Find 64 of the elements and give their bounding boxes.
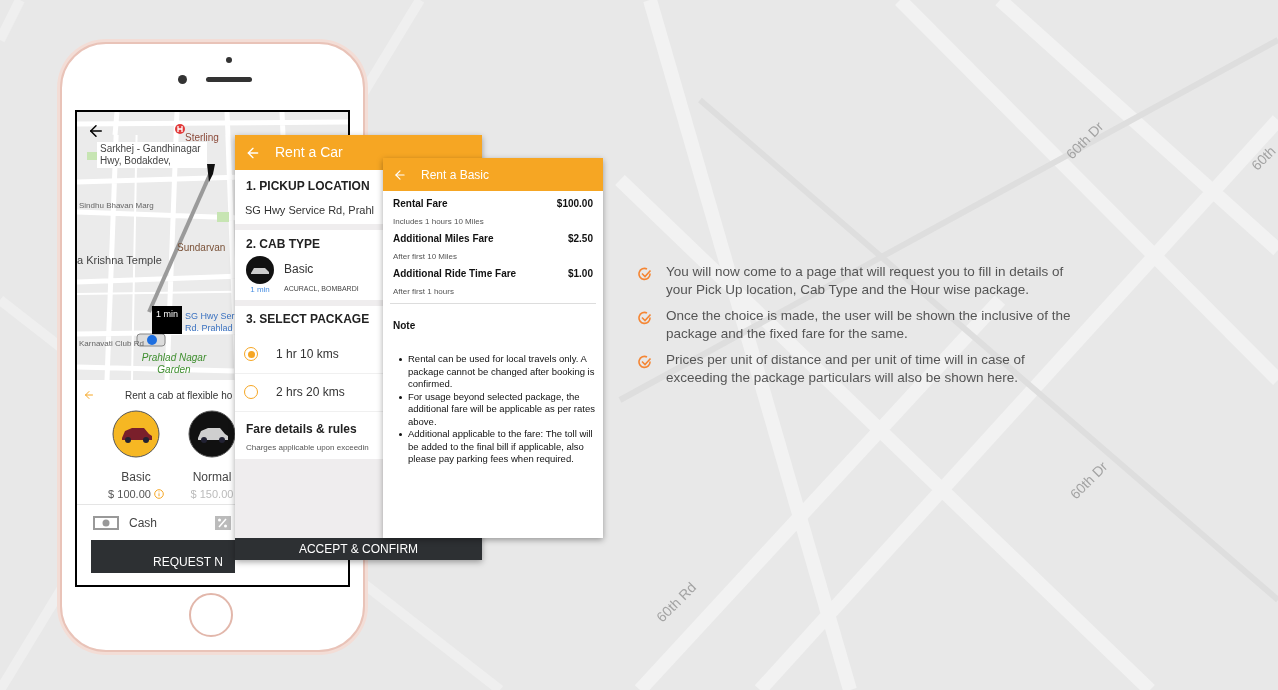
road-label: 60th Dr bbox=[1065, 457, 1112, 505]
fare-detail: Includes 1 hours 10 Miles bbox=[393, 216, 485, 228]
cab-name: Normal bbox=[192, 469, 232, 486]
map-label: a Krishna Temple bbox=[77, 253, 162, 268]
road-label: 60th Rd bbox=[652, 578, 701, 628]
note-heading: Note bbox=[392, 319, 417, 333]
percent-tag-icon[interactable] bbox=[215, 515, 231, 530]
pickup-address: SG Hwy Service Rd, Prahl bbox=[245, 203, 372, 218]
cab-name: Basic bbox=[284, 260, 315, 278]
section-heading: 3. SELECT PACKAGE bbox=[245, 310, 371, 328]
map-label: Sindhu Bhavan Marg bbox=[79, 200, 154, 212]
confirm-button[interactable]: ACCEPT & CONFIRM bbox=[235, 538, 482, 560]
fare-name: Additional Miles Fare bbox=[393, 232, 494, 246]
fare-heading: Fare details & rules bbox=[246, 420, 358, 438]
fare-name: Rental Fare bbox=[393, 197, 448, 211]
screen-title: Rent a Basic bbox=[421, 166, 490, 184]
back-arrow-icon[interactable] bbox=[87, 122, 105, 140]
tagline: Rent a cab at flexible ho bbox=[125, 388, 233, 403]
cash-icon bbox=[93, 515, 119, 530]
destination-label: Sarkhej - Gandhinagar Hwy, Bodakdev, bbox=[97, 142, 207, 168]
check-circle-icon bbox=[638, 267, 652, 281]
cab-name: Basic bbox=[121, 469, 151, 486]
cab-price: $ 100.00 bbox=[108, 487, 151, 502]
car-icon[interactable] bbox=[112, 410, 160, 458]
feature-text: You will now come to a page that will request you to fill in details of your Pick Up location, Cab Type and the Hour wise package. bbox=[666, 263, 1065, 299]
bullet-icon bbox=[399, 433, 402, 436]
cab-eta: 1 min bbox=[250, 283, 270, 296]
check-circle-icon bbox=[638, 355, 652, 369]
fare-note: Charges applicable upon exceedin bbox=[246, 441, 370, 454]
camera-icon bbox=[178, 75, 187, 84]
road-label: 60th Dr bbox=[1061, 117, 1108, 165]
eta-badge: 1 min bbox=[152, 306, 182, 334]
feature-text: Once the choice is made, the user will be shown the inclusive of the package and the fixed fare for the same. bbox=[666, 307, 1072, 343]
map-label: Sterling bbox=[185, 131, 219, 144]
fare-detail: After first 10 Miles bbox=[393, 251, 458, 263]
screen-title: Rent a Car bbox=[275, 143, 343, 162]
road-label: 60th bbox=[1247, 141, 1278, 176]
speaker-grille bbox=[206, 77, 252, 82]
note-text: For usage beyond selected package, the additional fare will be applicable as per rates above. bbox=[408, 390, 596, 428]
map-label: Karnavati Club Rd bbox=[79, 338, 144, 350]
note-text: Additional applicable to the fare: The toll will be added to the final bill if applicable, also please pay parking fees when required. bbox=[408, 428, 594, 466]
hospital-icon bbox=[175, 124, 185, 134]
bullet-icon bbox=[399, 395, 402, 399]
request-button[interactable]: REQUEST N bbox=[91, 540, 235, 573]
feature-text: Prices per unit of distance and per unit of time will in case of exceeding the package particulars will also be shown here. bbox=[666, 351, 1026, 387]
fare-amount: $1.00 bbox=[567, 267, 593, 281]
fare-name: Additional Ride Time Fare bbox=[393, 267, 517, 281]
car-icon[interactable] bbox=[188, 410, 236, 458]
map-label: Sundarvan bbox=[177, 241, 226, 255]
check-circle-icon bbox=[638, 311, 652, 325]
info-icon[interactable] bbox=[153, 489, 164, 500]
fare-detail: After first 1 hours bbox=[393, 286, 455, 298]
cab-price: $ 150.00 bbox=[190, 487, 234, 502]
fare-amount: $2.50 bbox=[567, 232, 593, 246]
section-heading: 2. CAB TYPE bbox=[246, 235, 321, 253]
payment-method: Cash bbox=[129, 514, 157, 532]
bullet-icon bbox=[399, 358, 402, 361]
car-icon bbox=[246, 255, 274, 284]
home-button[interactable] bbox=[189, 593, 233, 637]
note-text: Rental can be used for local travels only. A package cannot be changed after booking is confirmed. bbox=[408, 353, 596, 391]
map-label: Prahlad Nagar Garden bbox=[140, 352, 208, 376]
fare-amount: $100.00 bbox=[556, 197, 593, 211]
pickup-label: SG Hwy Ser Rd. Prahlad bbox=[185, 310, 236, 334]
section-heading: 1. PICKUP LOCATION bbox=[246, 178, 371, 195]
